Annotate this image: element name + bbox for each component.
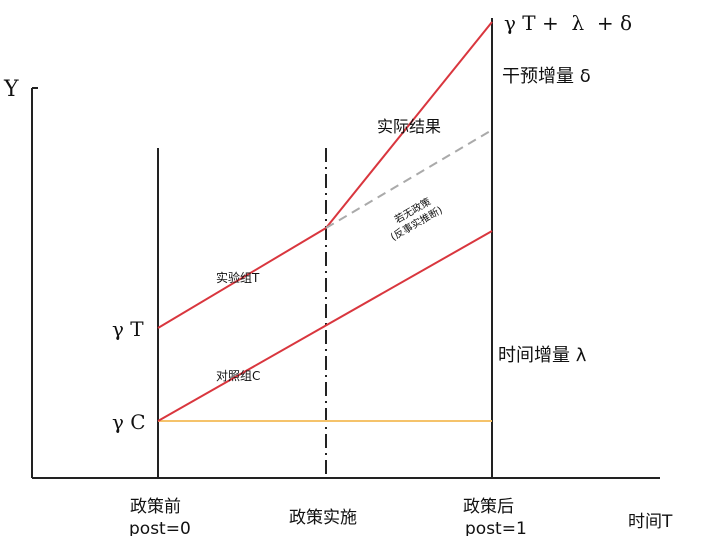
did-diagram: Y 时间T 政策前 post=0 政策实施 政策后 post=1 γ T γ C… (0, 0, 711, 536)
time-increment-label: 时间增量 λ (498, 345, 587, 366)
control-label: 对照组C (216, 369, 260, 383)
counterfactual-label: 若无政策 (反事实推断) (388, 195, 445, 244)
actual-result-label: 实际结果 (377, 117, 441, 136)
treatment-label: 实验组T (216, 270, 260, 285)
gamma-t-label: γ T (112, 317, 144, 341)
tick-post: 政策后 (463, 497, 514, 517)
tick-pre: 政策前 (130, 497, 181, 517)
y-axis-label: Y (3, 77, 19, 102)
diagram-canvas: Y 时间T 政策前 post=0 政策实施 政策后 post=1 γ T γ C… (3, 11, 673, 536)
intervention-increment-label: 干预增量 δ (502, 66, 591, 87)
gamma-c-label: γ C (112, 410, 146, 434)
top-level-label: γ T + λ + δ (504, 11, 632, 35)
tick-mid: 政策实施 (289, 508, 357, 528)
tick-pre-post: post=0 (129, 519, 191, 536)
x-axis-label: 时间T (628, 512, 673, 532)
tick-post-post: post=1 (465, 519, 527, 536)
